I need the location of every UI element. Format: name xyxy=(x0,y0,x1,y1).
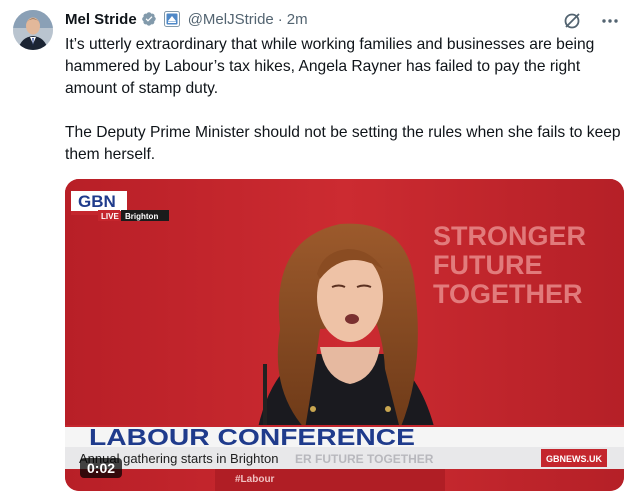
verified-badge-icon xyxy=(141,12,156,26)
slogan-line-2: FUTURE xyxy=(433,250,543,280)
lower-third-title: LABOUR CONFERENCE xyxy=(89,424,415,450)
header-actions xyxy=(562,11,620,31)
author-name[interactable]: Mel Stride xyxy=(65,11,137,28)
background-slogan: ER FUTURE TOGETHER xyxy=(295,452,434,466)
slogan-line-3: TOGETHER xyxy=(433,279,583,309)
tweet-text: It’s utterly extraordinary that while wo… xyxy=(65,34,625,188)
video-timecode: 0:02 xyxy=(80,458,123,478)
location-label: Brighton xyxy=(125,212,158,221)
live-label: LIVE xyxy=(101,212,119,221)
grok-icon[interactable] xyxy=(562,11,582,31)
tweet[interactable]: Mel Stride @MelJStride · 2m It’s utterly… xyxy=(0,0,634,500)
government-label-icon[interactable] xyxy=(163,11,180,27)
tweet-paragraph-1: It’s utterly extraordinary that while wo… xyxy=(65,36,595,97)
tweet-header: Mel Stride @MelJStride · 2m xyxy=(65,9,308,29)
post-time[interactable]: 2m xyxy=(287,11,308,28)
author-avatar[interactable] xyxy=(13,10,53,50)
lectern-text: #Labour xyxy=(235,474,275,485)
separator-dot: · xyxy=(277,10,283,28)
slogan-line-1: STRONGER xyxy=(433,221,586,251)
site-label: GBNEWS.UK xyxy=(546,454,603,464)
video-frame: STRONGER FUTURE TOGETHER GBN LIVE Bright… xyxy=(65,179,624,491)
more-icon[interactable] xyxy=(600,11,620,31)
video-player[interactable]: STRONGER FUTURE TOGETHER GBN LIVE Bright… xyxy=(65,179,624,491)
channel-logo: GBN xyxy=(78,192,116,211)
tweet-paragraph-2: The Deputy Prime Minister should not be … xyxy=(65,124,621,163)
author-handle[interactable]: @MelJStride xyxy=(188,11,274,28)
